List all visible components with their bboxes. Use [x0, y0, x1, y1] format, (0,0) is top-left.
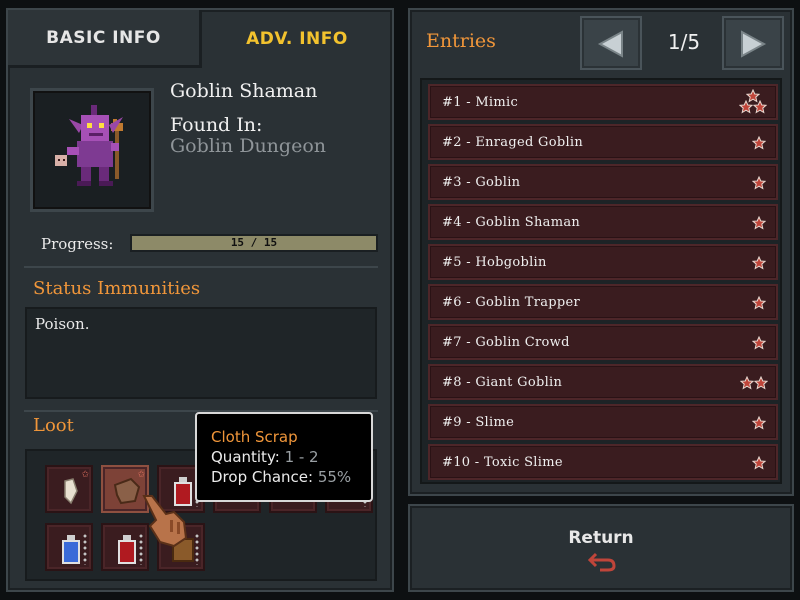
hand-cursor-icon — [142, 495, 188, 548]
star-icon — [754, 376, 768, 390]
entry-row[interactable]: #10 - Toxic Slime — [428, 444, 778, 480]
entries-list[interactable]: #1 - Mimic #2 - Enraged Goblin #3 - Goblin… — [420, 78, 782, 484]
quantity-label: Quantity: — [211, 448, 285, 466]
loot-title: Loot — [33, 415, 74, 436]
found-in-value: Goblin Dungeon — [170, 135, 326, 157]
star-icon — [753, 100, 767, 114]
tab-basic-info[interactable]: BASIC INFO — [8, 10, 202, 68]
status-immunities-title: Status Immunities — [33, 278, 201, 299]
star-icon — [752, 456, 766, 470]
monster-name: Goblin Shaman — [170, 80, 318, 102]
star-icon — [752, 216, 766, 230]
star-icon — [739, 100, 753, 114]
arrow-right-icon — [741, 30, 767, 58]
tooltip-item-name: Cloth Scrap — [211, 428, 298, 446]
entry-row[interactable]: #8 - Giant Goblin — [428, 364, 778, 400]
tooltip-drop-chance: Drop Chance: 55% — [211, 467, 371, 487]
entry-label: #9 - Slime — [442, 415, 515, 430]
return-button[interactable]: Return — [410, 506, 792, 590]
star-icon — [752, 416, 766, 430]
progress-text: 15 / 15 — [230, 236, 278, 249]
arrow-left-icon — [597, 30, 623, 58]
entry-row[interactable]: #5 - Hobgoblin — [428, 244, 778, 280]
entry-rating — [734, 209, 768, 237]
entry-label: #5 - Hobgoblin — [442, 255, 547, 270]
entry-rating — [734, 449, 768, 477]
quantity-value: 1 - 2 — [284, 448, 319, 466]
star-icon — [752, 176, 766, 190]
drop-chance-label: Drop Chance: — [211, 468, 318, 486]
immunities-box: Poison. — [25, 307, 377, 399]
entry-row[interactable]: #2 - Enraged Goblin — [428, 124, 778, 160]
next-page-button[interactable] — [722, 16, 784, 70]
loot-tooltip: Cloth Scrap Quantity: 1 - 2 Drop Chance:… — [195, 412, 373, 502]
entry-label: #1 - Mimic — [442, 95, 519, 110]
tooltip-quantity: Quantity: 1 - 2 — [211, 447, 371, 467]
loot-slot[interactable] — [45, 523, 93, 571]
entry-rating — [734, 89, 768, 117]
entries-panel: Entries 1/5 #1 - Mimic #2 - Enraged Gobli… — [408, 8, 794, 496]
entry-row[interactable]: #1 - Mimic — [428, 84, 778, 120]
star-icon — [752, 256, 766, 270]
entry-rating — [734, 289, 768, 317]
entry-label: #8 - Giant Goblin — [442, 375, 563, 390]
stack-indicator — [82, 533, 88, 565]
star-badge-icon: ✩ — [137, 470, 145, 480]
return-panel: Return — [408, 504, 794, 592]
drop-chance-value: 55% — [317, 468, 352, 486]
immunities-text: Poison. — [35, 315, 90, 333]
entry-row[interactable]: #9 - Slime — [428, 404, 778, 440]
entry-row[interactable]: #4 - Goblin Shaman — [428, 204, 778, 240]
progress-label: Progress: — [41, 235, 114, 253]
prev-page-button[interactable] — [580, 16, 642, 70]
entry-label: #10 - Toxic Slime — [442, 455, 563, 470]
entry-row[interactable]: #7 - Goblin Crowd — [428, 324, 778, 360]
entry-rating — [734, 409, 768, 437]
entry-rating — [734, 169, 768, 197]
entry-rating — [734, 369, 768, 397]
bestiary-info-panel: BASIC INFO ADV. INFO Goblin Shaman Found… — [6, 8, 394, 592]
entry-label: #3 - Goblin — [442, 175, 521, 190]
entry-label: #6 - Goblin Trapper — [442, 295, 581, 310]
page-indicator: 1/5 — [667, 30, 701, 54]
star-icon — [752, 336, 766, 350]
entry-rating — [734, 129, 768, 157]
entry-label: #4 - Goblin Shaman — [442, 215, 581, 230]
entry-rating — [734, 329, 768, 357]
stack-indicator — [194, 533, 200, 565]
return-arrow-icon — [587, 552, 616, 572]
entries-title: Entries — [426, 30, 496, 52]
entry-row[interactable]: #3 - Goblin — [428, 164, 778, 200]
star-icon — [740, 376, 754, 390]
entry-label: #2 - Enraged Goblin — [442, 135, 584, 150]
star-icon — [752, 296, 766, 310]
entry-row[interactable]: #6 - Goblin Trapper — [428, 284, 778, 320]
tab-adv-info[interactable]: ADV. INFO — [202, 10, 392, 68]
divider — [24, 266, 378, 268]
star-icon — [752, 136, 766, 150]
star-badge-icon: ✩ — [81, 470, 89, 480]
loot-slot[interactable]: ✩ — [45, 465, 93, 513]
entry-rating — [734, 249, 768, 277]
found-in-label: Found In: — [170, 114, 263, 136]
entry-label: #7 - Goblin Crowd — [442, 335, 570, 350]
return-label: Return — [568, 528, 634, 548]
progress-bar: 15 / 15 — [130, 234, 378, 252]
monster-portrait — [30, 88, 154, 212]
goblin-shaman-sprite — [55, 105, 123, 186]
